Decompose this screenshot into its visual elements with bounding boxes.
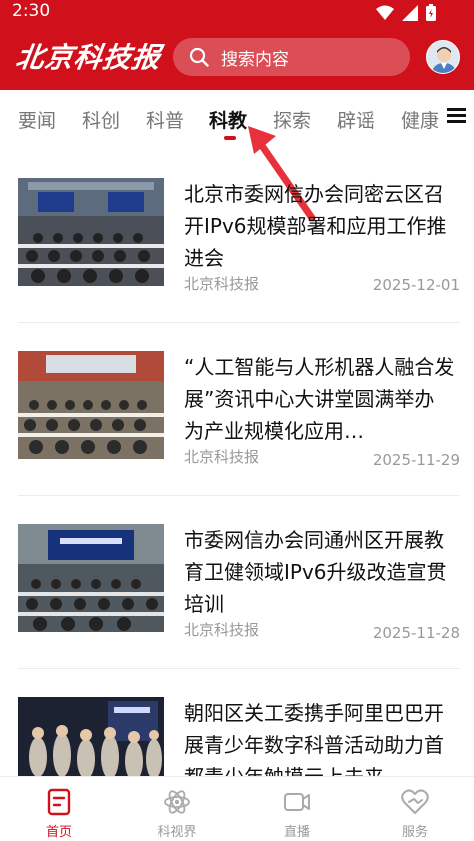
news-date: 2025-11-28: [372, 624, 460, 642]
channel-tabs: 要闻 科创 科普 科教 探索 辟谣 健康: [0, 90, 474, 148]
news-source: 北京科技报: [184, 621, 260, 639]
video-camera-icon: [284, 793, 310, 811]
tab-kechuang[interactable]: 科创: [82, 106, 120, 133]
list-item[interactable]: 北京市委网信办会同密云区召开IPv6规模部署和应用工作推进会 北京科技报 202…: [0, 150, 474, 322]
list-item[interactable]: 市委网信办会同通州区开展教育卫健领域IPv6升级改造宣贯培训 北京科技报 202…: [0, 496, 474, 668]
signal-icon: [402, 4, 418, 21]
heart-service-icon: [401, 789, 429, 814]
tab-jiankang[interactable]: 健康: [401, 106, 439, 133]
nav-live-label: 直播: [283, 825, 310, 840]
home-doc-icon: [47, 788, 71, 816]
active-tab-indicator: [224, 136, 236, 140]
nav-home[interactable]: 首页: [0, 777, 118, 841]
tab-yaowen[interactable]: 要闻: [18, 106, 56, 133]
news-source: 北京科技报: [184, 275, 260, 293]
battery-icon: [426, 4, 436, 21]
list-item[interactable]: “人工智能与人形机器人融合发展”资讯中心大讲堂圆满举办 为产业规模化应用… 北京…: [0, 323, 474, 495]
user-avatar-icon: [427, 41, 459, 73]
news-date: 2025-11-29: [372, 451, 460, 469]
app-header: 北京科技报 搜索内容: [0, 24, 474, 90]
tab-kejiao[interactable]: 科教: [209, 106, 247, 133]
nav-service-label: 服务: [401, 825, 428, 840]
news-title: 北京市委网信办会同密云区召开IPv6规模部署和应用工作推进会: [184, 182, 447, 270]
search-placeholder: 搜索内容: [221, 49, 289, 70]
app-logo: 北京科技报: [13, 41, 164, 74]
menu-icon[interactable]: [447, 108, 466, 124]
nav-kejiejie-label: 科视界: [157, 825, 197, 840]
tab-tansuo[interactable]: 探索: [273, 106, 311, 133]
news-title: 朝阳区关工委携手阿里巴巴开展青少年数字科普活动助力首都青少年触摸云上未来: [184, 701, 444, 776]
news-date: 2025-12-01: [372, 276, 460, 294]
status-icons: [376, 4, 436, 21]
news-title: 市委网信办会同通州区开展教育卫健领域IPv6升级改造宣贯培训: [184, 528, 447, 616]
news-thumbnail: [18, 178, 164, 286]
tab-kepu[interactable]: 科普: [146, 106, 184, 133]
atom-icon: [164, 790, 190, 814]
news-thumbnail: [18, 351, 164, 459]
nav-live[interactable]: 直播: [238, 777, 356, 841]
news-thumbnail: [18, 697, 164, 776]
status-time: 2:30: [12, 1, 51, 21]
nav-home-label: 首页: [45, 825, 72, 840]
bottom-nav: 首页 科视界 直播 服务: [0, 776, 474, 840]
nav-service[interactable]: 服务: [356, 777, 474, 841]
wifi-icon: [376, 5, 394, 20]
news-title: “人工智能与人形机器人融合发展”资讯中心大讲堂圆满举办 为产业规模化应用…: [184, 355, 455, 443]
nav-kejiejie[interactable]: 科视界: [118, 777, 236, 841]
status-bar: 2:30: [0, 0, 474, 24]
tab-piyao[interactable]: 辟谣: [337, 106, 375, 133]
search-icon: [189, 47, 209, 67]
avatar[interactable]: [426, 40, 460, 74]
search-input[interactable]: 搜索内容: [173, 38, 410, 76]
list-item[interactable]: 朝阳区关工委携手阿里巴巴开展青少年数字科普活动助力首都青少年触摸云上未来: [0, 669, 474, 776]
news-source: 北京科技报: [184, 448, 260, 466]
news-thumbnail: [18, 524, 164, 632]
